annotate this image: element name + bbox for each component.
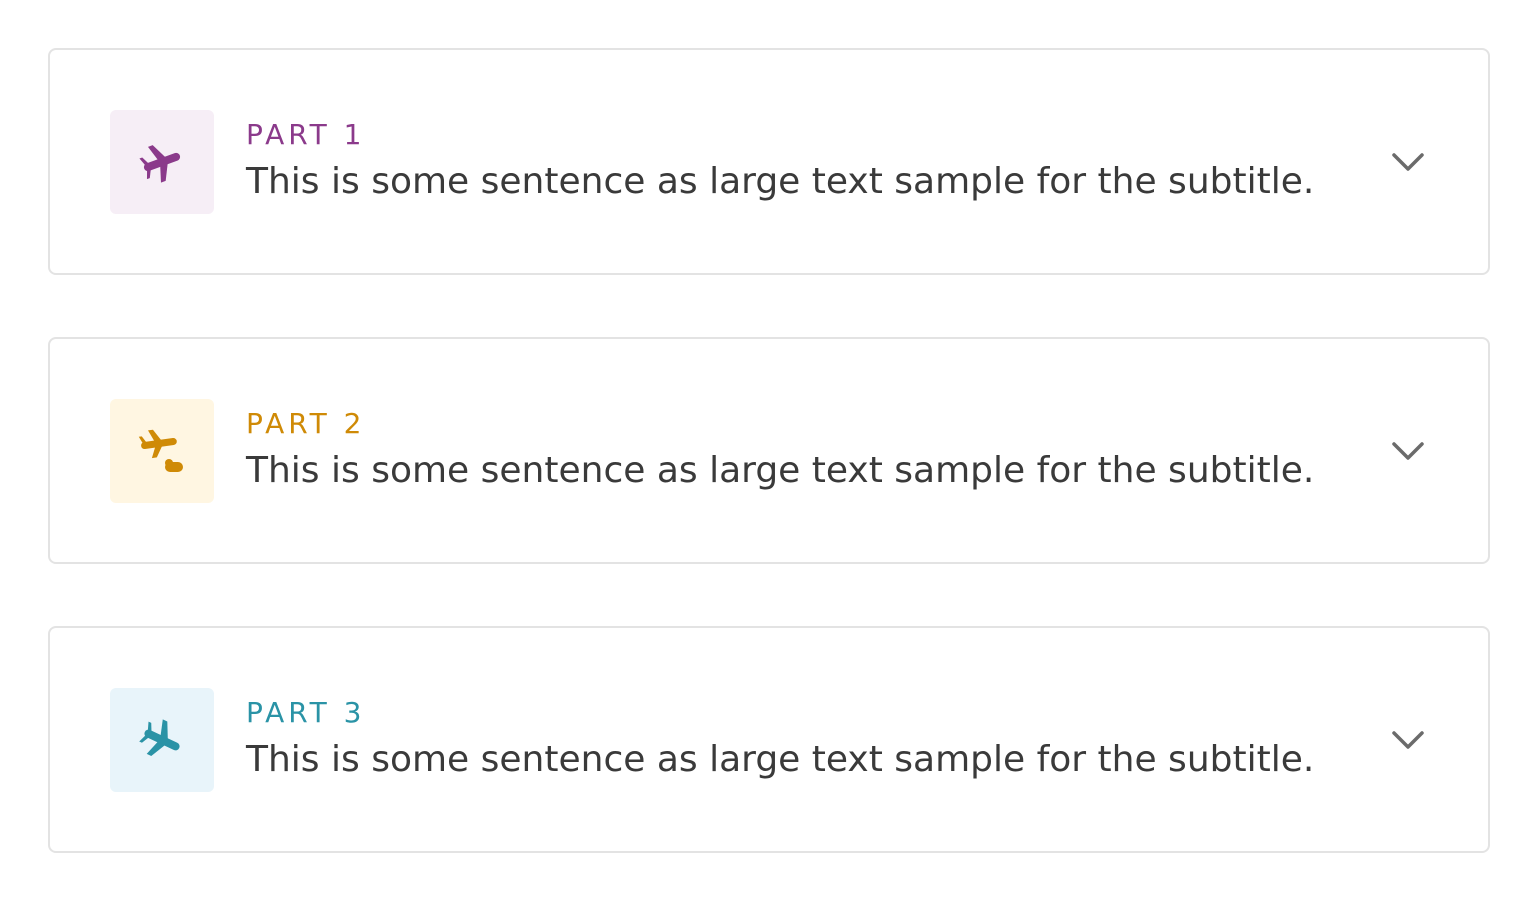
- text-block: PART 2 This is some sentence as large te…: [246, 407, 1314, 495]
- icon-tile: [110, 110, 214, 214]
- accordion-list: PART 1 This is some sentence as large te…: [48, 48, 1490, 915]
- text-block: PART 3 This is some sentence as large te…: [246, 696, 1314, 784]
- accordion-item-part-1[interactable]: PART 1 This is some sentence as large te…: [48, 48, 1490, 275]
- icon-tile: [110, 399, 214, 503]
- accordion-item-part-2[interactable]: PART 2 This is some sentence as large te…: [48, 337, 1490, 564]
- part-subtitle: This is some sentence as large text samp…: [246, 161, 1315, 202]
- icon-tile: [110, 688, 214, 792]
- part-subtitle: This is some sentence as large text samp…: [246, 739, 1315, 780]
- part-label: PART 1: [246, 118, 366, 151]
- part-subtitle: This is some sentence as large text samp…: [246, 450, 1315, 491]
- chevron-down-icon[interactable]: [1390, 722, 1426, 758]
- airplane-landing-icon: [139, 719, 180, 756]
- part-label: PART 2: [246, 407, 366, 440]
- accordion-item-part-3[interactable]: PART 3 This is some sentence as large te…: [48, 626, 1490, 853]
- airplane-icon: [139, 145, 181, 183]
- chevron-down-icon[interactable]: [1390, 144, 1426, 180]
- text-block: PART 1 This is some sentence as large te…: [246, 118, 1314, 206]
- chevron-down-icon[interactable]: [1390, 433, 1426, 469]
- airplane-departing-icon: [138, 429, 183, 472]
- part-label: PART 3: [246, 696, 366, 729]
